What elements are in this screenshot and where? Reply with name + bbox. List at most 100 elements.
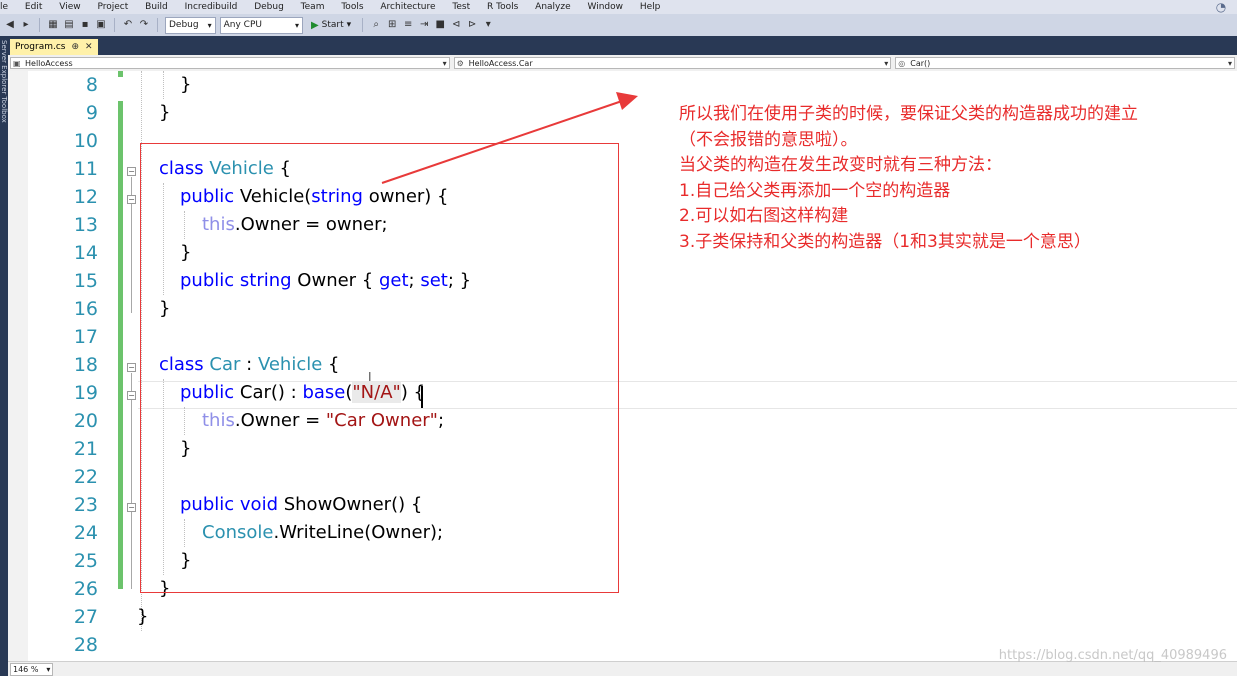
code-line[interactable]: 8 } xyxy=(8,71,1237,99)
save-icon[interactable]: ▪ xyxy=(79,19,91,31)
undo-icon[interactable]: ↶ xyxy=(122,19,134,31)
line-number: 24 xyxy=(73,522,98,544)
close-icon[interactable]: ✕ xyxy=(85,42,93,52)
line-number: 20 xyxy=(73,410,98,432)
project-dropdown[interactable]: ▣ HelloAccess xyxy=(10,57,450,69)
menu-help[interactable]: Help xyxy=(640,0,661,14)
code-text: } xyxy=(180,74,192,95)
code-token: ; xyxy=(408,270,421,291)
annotation-line: 当父类的构造在发生改变时就有三种方法： xyxy=(679,155,1002,175)
new-project-icon[interactable]: ▦ xyxy=(47,19,59,31)
type-token: Console xyxy=(202,522,274,543)
pin-icon[interactable]: ⊕ xyxy=(71,42,79,52)
line-number: 8 xyxy=(85,74,98,96)
type-token: Car xyxy=(209,354,241,375)
back-icon[interactable]: ◀ xyxy=(4,19,16,31)
keyword-token: string xyxy=(311,186,363,207)
indent-icon[interactable]: ⇥ xyxy=(418,19,430,31)
code-token: { xyxy=(322,354,340,375)
menu-team[interactable]: Team xyxy=(301,0,325,14)
solution-configuration-select[interactable]: Debug xyxy=(165,16,216,34)
menu-analyze[interactable]: Analyze xyxy=(535,0,570,14)
code-text: public Car() : base("N/A") { xyxy=(180,379,425,407)
code-line[interactable]: 16 } xyxy=(8,295,1237,323)
solution-explorer-icon[interactable]: ⊞ xyxy=(386,19,398,31)
code-line[interactable]: 15 public string Owner { get; set; } xyxy=(8,267,1237,295)
code-line[interactable]: 18 class Car : Vehicle { xyxy=(8,351,1237,379)
code-text: Console.WriteLine(Owner); xyxy=(202,519,443,547)
forward-icon[interactable]: ▸ xyxy=(20,19,32,31)
line-number: 25 xyxy=(73,550,98,572)
open-file-icon[interactable]: ▤ xyxy=(63,19,75,31)
type-dropdown-value: HelloAccess.Car xyxy=(468,59,533,68)
line-number: 23 xyxy=(73,494,98,516)
keyword-token: set xyxy=(420,270,448,291)
bookmark-icon[interactable]: ■ xyxy=(434,19,446,31)
menu-architecture[interactable]: Architecture xyxy=(380,0,435,14)
keyword-token: public xyxy=(180,186,235,207)
menu-view[interactable]: View xyxy=(59,0,80,14)
code-line[interactable]: 21 } xyxy=(8,435,1237,463)
find-icon[interactable]: ⌕ xyxy=(370,19,382,31)
menu-debug[interactable]: Debug xyxy=(254,0,284,14)
toggle-comment-icon[interactable]: ≡ xyxy=(402,19,414,31)
zoom-dropdown[interactable]: 146 % xyxy=(10,663,54,676)
line-number: 14 xyxy=(73,242,98,264)
menu-project[interactable]: Project xyxy=(97,0,128,14)
code-line[interactable]: 19 public Car() : base("N/A") { xyxy=(8,379,1237,407)
keyword-token: void xyxy=(239,494,278,515)
save-all-icon[interactable]: ▣ xyxy=(95,19,107,31)
menu-build[interactable]: Build xyxy=(145,0,168,14)
type-dropdown[interactable]: ⚙ HelloAccess.Car xyxy=(453,57,892,69)
line-number: 18 xyxy=(73,354,98,376)
keyword-token: class xyxy=(159,158,204,179)
code-text: } xyxy=(180,438,192,459)
tab-program-cs[interactable]: Program.cs ⊕ ✕ xyxy=(10,39,98,55)
document-tab-strip: Program.cs ⊕ ✕ xyxy=(8,36,1237,55)
member-dropdown-value: Car() xyxy=(910,59,931,68)
code-line[interactable]: 22 xyxy=(8,463,1237,491)
account-icon[interactable]: ◔ xyxy=(1211,0,1231,14)
code-line[interactable]: 23 public void ShowOwner() { xyxy=(8,491,1237,519)
csharp-project-icon: ▣ xyxy=(13,59,21,68)
code-text: } xyxy=(159,578,171,599)
code-line[interactable]: 24 Console.WriteLine(Owner); xyxy=(8,519,1237,547)
member-dropdown[interactable]: ◎ Car() xyxy=(895,57,1235,69)
menu-test[interactable]: Test xyxy=(452,0,470,14)
annotation-line: 2.可以如右图这样构建 xyxy=(679,206,849,226)
redo-icon[interactable]: ↷ xyxy=(138,19,150,31)
start-button[interactable]: ▶ Start ▾ xyxy=(307,20,355,31)
code-text: } xyxy=(180,242,192,263)
prev-bookmark-icon[interactable]: ⊲ xyxy=(450,19,462,31)
toolbar-overflow-icon[interactable]: ▾ xyxy=(482,19,494,31)
left-strip-label[interactable]: Server Explorer Toolbox xyxy=(0,40,8,123)
code-text: public string Owner { get; set; } xyxy=(180,267,471,295)
keyword-token: this xyxy=(202,214,235,235)
line-number: 15 xyxy=(73,270,98,292)
menu-incredibuild[interactable]: Incredibuild xyxy=(185,0,238,14)
menu-tools[interactable]: Tools xyxy=(341,0,363,14)
annotation-line: （不会报错的意思啦）。 xyxy=(679,129,858,150)
menu-edit[interactable]: Edit xyxy=(25,0,42,14)
code-line[interactable]: 26 } xyxy=(8,575,1237,603)
code-text: class Vehicle { xyxy=(159,155,291,183)
annotation-line: 3.子类保持和父类的构造器（1和3其实就是一个意思） xyxy=(679,231,1091,252)
next-bookmark-icon[interactable]: ⊳ xyxy=(466,19,478,31)
menu-rtools[interactable]: R Tools xyxy=(487,0,518,14)
text-caret xyxy=(421,386,423,408)
line-number: 11 xyxy=(73,158,98,180)
code-line[interactable]: 20 this.Owner = "Car Owner"; xyxy=(8,407,1237,435)
line-number: 16 xyxy=(73,298,98,320)
annotation-line: 1.自己给父类再添加一个空的构造器 xyxy=(679,180,951,201)
menu-file[interactable]: le xyxy=(0,0,8,14)
code-line[interactable]: 27 } xyxy=(8,603,1237,631)
line-number: 10 xyxy=(73,130,98,152)
editor-bottom-bar: 146 % xyxy=(8,661,1237,676)
menu-window[interactable]: Window xyxy=(588,0,624,14)
start-label: Start xyxy=(321,20,344,30)
code-line[interactable]: 17 xyxy=(8,323,1237,351)
code-line[interactable]: 25 } xyxy=(8,547,1237,575)
line-number: 9 xyxy=(85,102,98,124)
keyword-token: public xyxy=(180,494,235,515)
solution-platform-select[interactable]: Any CPU xyxy=(219,16,303,34)
